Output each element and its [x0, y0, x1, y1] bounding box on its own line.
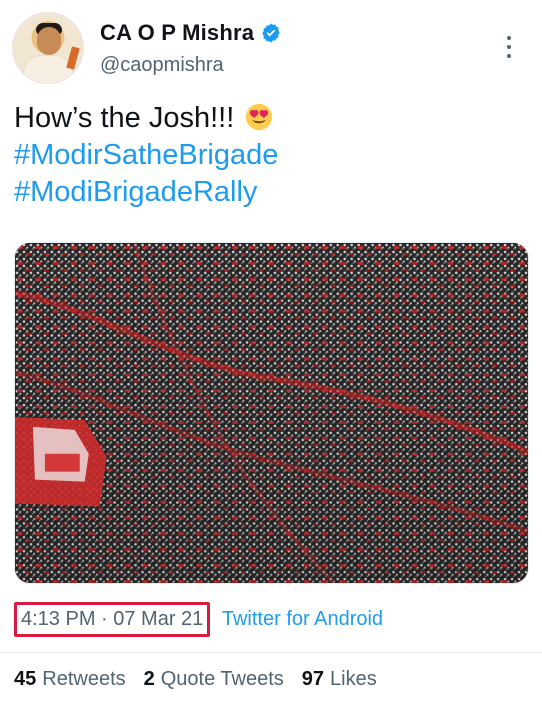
- author-names: CA O P Mishra @caopmishra: [100, 20, 282, 77]
- hashtag-modirsathebrigade[interactable]: #ModirSatheBrigade: [14, 137, 528, 174]
- hashtag-modibrigaderally[interactable]: #ModiBrigadeRally: [14, 174, 528, 211]
- tweet-meta: 4:13 PM · 07 Mar 21 Twitter for Android: [14, 602, 383, 637]
- retweets-count: 45: [14, 668, 37, 690]
- heart-eyes-emoji-icon: [234, 102, 274, 134]
- retweets-label: Retweets: [42, 668, 126, 690]
- tweet-stats: 45 Retweets 2 Quote Tweets 97 Likes: [14, 668, 377, 691]
- stat-retweets[interactable]: 45 Retweets: [14, 668, 126, 691]
- verified-badge-icon: [260, 22, 282, 44]
- likes-label: Likes: [330, 668, 377, 690]
- quote-tweets-count: 2: [143, 668, 155, 690]
- display-name-row: CA O P Mishra: [100, 20, 282, 46]
- tweet-timestamp[interactable]: 4:13 PM · 07 Mar 21: [21, 608, 203, 630]
- quote-tweets-label: Quote Tweets: [160, 668, 284, 690]
- likes-count: 97: [301, 668, 325, 690]
- tweet-header: CA O P Mishra @caopmishra: [12, 12, 530, 84]
- author-display-name[interactable]: CA O P Mishra: [100, 20, 254, 46]
- timestamp-highlight: 4:13 PM · 07 Mar 21: [14, 602, 211, 637]
- stat-likes[interactable]: 97 Likes: [302, 668, 377, 691]
- tweet-text: How’s the Josh!!! #ModirSatheBrigade #Mo…: [14, 100, 528, 211]
- author-handle[interactable]: @caopmishra: [100, 54, 282, 77]
- author-avatar[interactable]: [12, 12, 84, 84]
- tweet-text-main: How’s the Josh!!!: [14, 102, 235, 134]
- more-vertical-icon[interactable]: [506, 36, 512, 58]
- tweet-image[interactable]: [14, 242, 529, 584]
- tweet-text-line-1: How’s the Josh!!!: [14, 100, 528, 137]
- divider: [0, 652, 542, 653]
- tweet-source-link[interactable]: Twitter for Android: [222, 608, 383, 630]
- stat-quote-tweets[interactable]: 2 Quote Tweets: [144, 668, 284, 691]
